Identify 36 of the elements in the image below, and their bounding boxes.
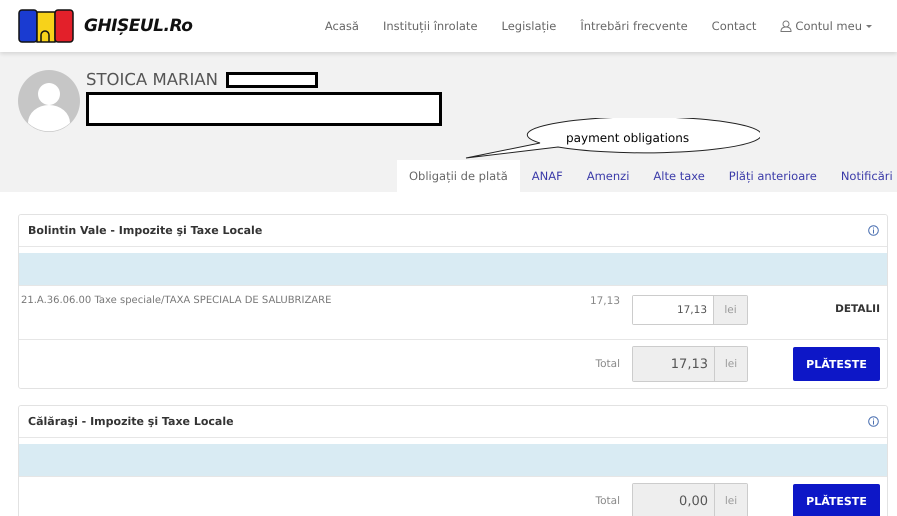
currency-label: lei — [714, 484, 747, 516]
pay-button[interactable]: PLĂTESTE — [793, 484, 880, 516]
nav-link[interactable]: Legislație — [490, 19, 568, 33]
tab[interactable]: Alte taxe — [641, 160, 717, 192]
user-icon — [780, 20, 792, 32]
flag-logo-icon — [18, 9, 74, 43]
total-label: Total — [595, 358, 620, 370]
caret-icon — [865, 22, 873, 30]
tab[interactable]: Amenzi — [574, 160, 642, 192]
pay-button[interactable]: PLĂTESTE — [793, 347, 880, 381]
details-link[interactable]: DETALII — [748, 303, 880, 315]
avatar-icon — [18, 70, 80, 132]
total-field[interactable]: 0,00 lei — [632, 483, 748, 516]
nav-link[interactable]: Întrebări frecvente — [568, 19, 700, 33]
tax-description: 21.A.36.06.00 Taxe speciale/TAXA SPECIALA DE SALUBRIZARE — [21, 295, 332, 306]
tab[interactable]: ANAF — [520, 160, 575, 192]
currency-label: lei — [713, 296, 747, 324]
total-field[interactable]: 17,13 lei — [632, 346, 748, 382]
total-label: Total — [595, 495, 620, 507]
nav-link[interactable]: Contact — [700, 19, 768, 33]
currency-label: lei — [714, 347, 747, 381]
amount-text: 17,13 — [588, 295, 620, 307]
info-icon[interactable] — [868, 225, 879, 236]
info-icon[interactable] — [868, 416, 879, 427]
card-title: Bolintin Vale - Impozite şi Taxe Locale — [28, 224, 262, 237]
nav-link[interactable]: Instituții înrolate — [370, 19, 490, 33]
nav-link[interactable]: Acasă — [312, 19, 371, 33]
tab[interactable]: Plăți anterioare — [716, 160, 829, 192]
amount-field[interactable]: 17,13 lei — [632, 295, 748, 325]
callout-text: payment obligations — [566, 131, 690, 145]
logo-text[interactable]: GHIȘEUL.Ro — [84, 16, 192, 36]
account-menu[interactable]: Contul meu — [768, 19, 885, 33]
card-title: Călăraşi - Impozite şi Taxe Locale — [28, 415, 234, 428]
tab[interactable]: Obligații de plată — [397, 160, 520, 192]
user-name: STOICA MARIAN — [86, 70, 218, 89]
tab[interactable]: Notificări — [828, 160, 897, 192]
